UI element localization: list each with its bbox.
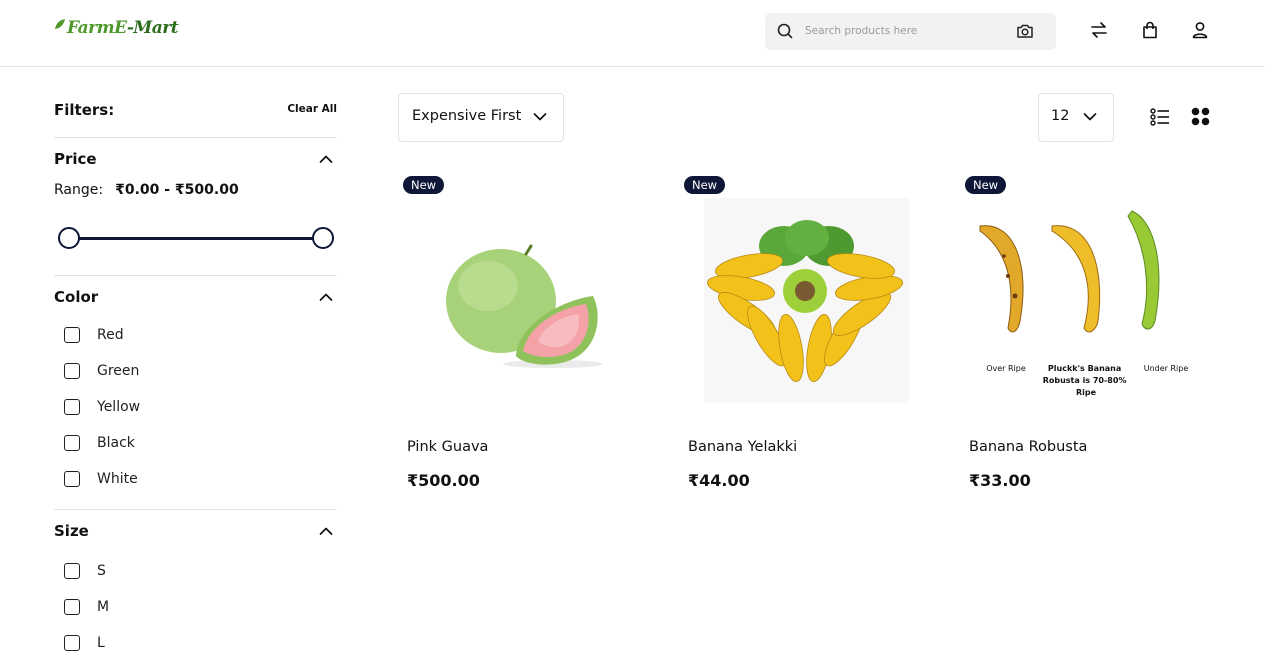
camera-icon[interactable] bbox=[1016, 23, 1034, 39]
product-image-banana-yelakki[interactable] bbox=[679, 196, 939, 406]
option-label: M bbox=[97, 599, 110, 615]
price-range-value: ₹0.00 - ₹500.00 bbox=[115, 182, 239, 198]
divider bbox=[54, 509, 337, 510]
sort-value: Expensive First bbox=[412, 108, 522, 124]
search-icon[interactable] bbox=[777, 23, 793, 39]
color-section-title: Color bbox=[54, 288, 99, 306]
search-input[interactable] bbox=[805, 21, 1005, 41]
checkbox[interactable] bbox=[64, 563, 80, 579]
site-header: FarmE-Mart bbox=[0, 0, 1265, 67]
product-card[interactable]: New Pink Guava ₹500.00 bbox=[398, 170, 658, 510]
size-option-s[interactable]: S bbox=[64, 563, 106, 579]
price-section-title: Price bbox=[54, 150, 97, 168]
user-icon[interactable] bbox=[1191, 21, 1209, 39]
product-name[interactable]: Pink Guava bbox=[407, 439, 488, 455]
checkbox[interactable] bbox=[64, 435, 80, 451]
checkbox[interactable] bbox=[64, 599, 80, 615]
price-slider-min-handle[interactable] bbox=[58, 227, 80, 249]
color-option-white[interactable]: White bbox=[64, 471, 138, 487]
product-image-pink-guava[interactable] bbox=[398, 196, 658, 406]
product-price: ₹33.00 bbox=[969, 471, 1031, 490]
image-label-over-ripe: Over Ripe bbox=[986, 364, 1026, 373]
color-option-yellow[interactable]: Yellow bbox=[64, 399, 140, 415]
price-range: Range: ₹0.00 - ₹500.00 bbox=[54, 182, 239, 198]
checkbox[interactable] bbox=[64, 471, 80, 487]
color-option-red[interactable]: Red bbox=[64, 327, 124, 343]
price-slider-max-handle[interactable] bbox=[312, 227, 334, 249]
checkbox[interactable] bbox=[64, 635, 80, 651]
new-badge: New bbox=[965, 176, 1007, 194]
checkbox[interactable] bbox=[64, 363, 80, 379]
sort-dropdown[interactable]: Expensive First bbox=[398, 93, 564, 142]
divider bbox=[54, 137, 337, 138]
image-label-line-1: Pluckk's Banana bbox=[1048, 364, 1121, 373]
checkbox[interactable] bbox=[64, 399, 80, 415]
option-label: Red bbox=[97, 327, 124, 343]
size-section-title: Size bbox=[54, 522, 89, 540]
grid-view-icon[interactable] bbox=[1191, 107, 1210, 126]
per-page-value: 12 bbox=[1051, 108, 1070, 124]
option-label: Green bbox=[97, 363, 140, 379]
chevron-up-icon[interactable] bbox=[319, 526, 333, 536]
logo-text: FarmE-Mart bbox=[67, 18, 179, 38]
chevron-down-icon bbox=[1083, 113, 1097, 121]
image-label-pluckk: Pluckk's Banana Robusta is 70-80% Ripe bbox=[1043, 364, 1130, 397]
filters-title: Filters: bbox=[54, 101, 115, 119]
leaf-icon bbox=[55, 19, 65, 29]
chevron-down-icon bbox=[533, 113, 547, 121]
chevron-up-icon[interactable] bbox=[319, 154, 333, 164]
product-image-banana-robusta[interactable]: Over Ripe Pluckk's Banana Robusta is 70-… bbox=[960, 196, 1220, 406]
option-label: White bbox=[97, 471, 138, 487]
option-label: S bbox=[97, 563, 106, 579]
list-view-icon[interactable] bbox=[1150, 107, 1170, 127]
image-label-line-2: Robusta is 70-80% bbox=[1043, 376, 1127, 385]
image-label-under-ripe: Under Ripe bbox=[1144, 364, 1189, 373]
search-bar bbox=[765, 13, 1056, 50]
cart-bag-icon[interactable] bbox=[1141, 21, 1159, 39]
per-page-dropdown[interactable]: 12 bbox=[1038, 93, 1114, 142]
image-label-line-3: Ripe bbox=[1076, 388, 1097, 397]
divider bbox=[54, 275, 337, 276]
product-name[interactable]: Banana Robusta bbox=[969, 439, 1087, 455]
product-price: ₹500.00 bbox=[407, 471, 480, 490]
option-label: Yellow bbox=[97, 399, 141, 415]
option-label: L bbox=[97, 635, 105, 651]
new-badge: New bbox=[403, 176, 445, 194]
price-slider[interactable] bbox=[58, 227, 334, 249]
size-option-m[interactable]: M bbox=[64, 599, 109, 615]
option-label: Black bbox=[97, 435, 135, 451]
product-card[interactable]: New Banana Yelakki ₹44.00 bbox=[679, 170, 939, 510]
product-price: ₹44.00 bbox=[688, 471, 750, 490]
new-badge: New bbox=[684, 176, 726, 194]
size-option-l[interactable]: L bbox=[64, 635, 105, 651]
logo[interactable]: FarmE-Mart bbox=[54, 18, 179, 38]
checkbox[interactable] bbox=[64, 327, 80, 343]
clear-all-button[interactable]: Clear All bbox=[287, 103, 337, 115]
price-slider-track bbox=[68, 237, 322, 240]
product-card[interactable]: New Over Ripe Pluckk's Banana Robusta is… bbox=[960, 170, 1220, 510]
color-option-green[interactable]: Green bbox=[64, 363, 139, 379]
chevron-up-icon[interactable] bbox=[319, 292, 333, 302]
color-option-black[interactable]: Black bbox=[64, 435, 135, 451]
price-range-label: Range: bbox=[54, 182, 104, 198]
product-name[interactable]: Banana Yelakki bbox=[688, 439, 797, 455]
compare-icon[interactable] bbox=[1090, 21, 1108, 39]
